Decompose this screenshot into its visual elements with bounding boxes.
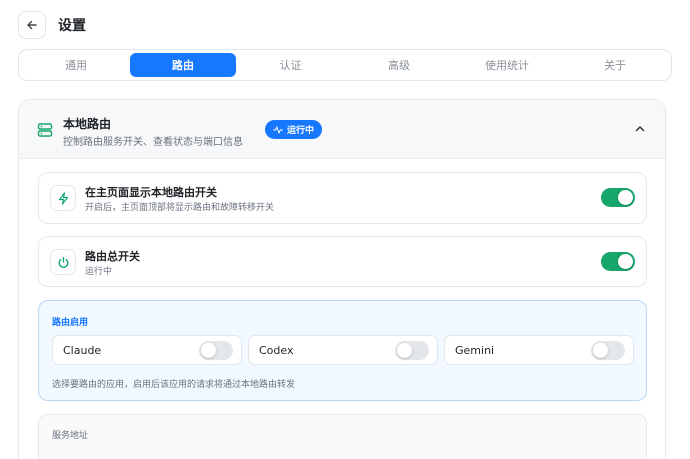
setting-subtitle: 开启后，主页面顶部将显示路由和故障转移开关 bbox=[85, 203, 275, 213]
setting-subtitle: 运行中 bbox=[85, 267, 113, 277]
show-on-main-toggle[interactable] bbox=[601, 188, 635, 207]
gemini-toggle[interactable] bbox=[591, 341, 625, 360]
server-icon bbox=[37, 123, 53, 137]
setting-show-on-main: 在主页面显示本地路由开关 开启后，主页面顶部将显示路由和故障转移开关 bbox=[38, 172, 647, 224]
app-gemini: Gemini bbox=[444, 335, 634, 365]
toggle-knob bbox=[618, 190, 633, 205]
route-apps-card: 路由启用 Claude Codex Gemini 选择要路由的应用，启用后该应用… bbox=[38, 300, 647, 401]
service-address-label: 服务地址 bbox=[52, 431, 89, 441]
apps-title: 路由启用 bbox=[52, 318, 89, 328]
local-routing-panel: 本地路由 控制路由服务开关、查看状态与端口信息 运行中 在主页面显示本地路由开关… bbox=[18, 99, 666, 459]
tab-general[interactable]: 通用 bbox=[22, 53, 130, 77]
master-switch-toggle[interactable] bbox=[601, 252, 635, 271]
apps-note: 选择要路由的应用，启用后该应用的请求将通过本地路由转发 bbox=[52, 380, 296, 390]
tab-bar: 通用 路由 认证 高级 使用统计 关于 bbox=[18, 49, 672, 81]
tab-advanced[interactable]: 高级 bbox=[345, 53, 453, 77]
app-codex: Codex bbox=[248, 335, 438, 365]
header: 设置 bbox=[18, 11, 86, 39]
app-name: Claude bbox=[63, 344, 102, 357]
power-icon bbox=[58, 256, 68, 268]
status-text: 运行中 bbox=[287, 126, 315, 136]
toggle-knob bbox=[201, 343, 216, 358]
toggle-knob bbox=[397, 343, 412, 358]
tab-routing[interactable]: 路由 bbox=[130, 53, 236, 77]
chevron-up-icon[interactable] bbox=[633, 122, 647, 136]
page-title: 设置 bbox=[58, 18, 86, 34]
back-button[interactable] bbox=[18, 11, 46, 39]
setting-icon-box bbox=[50, 185, 76, 211]
setting-master-switch: 路由总开关 运行中 bbox=[38, 236, 647, 287]
activity-icon bbox=[273, 126, 283, 133]
panel-subtitle: 控制路由服务开关、查看状态与端口信息 bbox=[63, 137, 243, 148]
tab-usage-stats[interactable]: 使用统计 bbox=[453, 53, 561, 77]
setting-title: 在主页面显示本地路由开关 bbox=[85, 186, 217, 199]
codex-toggle[interactable] bbox=[395, 341, 429, 360]
app-name: Gemini bbox=[455, 344, 495, 357]
arrow-left-icon bbox=[27, 20, 37, 30]
toggle-knob bbox=[618, 254, 633, 269]
panel-header[interactable]: 本地路由 控制路由服务开关、查看状态与端口信息 运行中 bbox=[19, 100, 665, 159]
tab-about[interactable]: 关于 bbox=[561, 53, 669, 77]
setting-icon-box bbox=[50, 249, 76, 275]
lightning-icon bbox=[58, 191, 68, 205]
claude-toggle[interactable] bbox=[199, 341, 233, 360]
app-name: Codex bbox=[259, 344, 294, 357]
tab-auth[interactable]: 认证 bbox=[236, 53, 345, 77]
status-badge: 运行中 bbox=[265, 120, 323, 139]
panel-title: 本地路由 bbox=[63, 117, 112, 131]
service-address-card: 服务地址 bbox=[38, 414, 647, 459]
toggle-knob bbox=[593, 343, 608, 358]
app-claude: Claude bbox=[52, 335, 242, 365]
setting-title: 路由总开关 bbox=[85, 250, 140, 263]
